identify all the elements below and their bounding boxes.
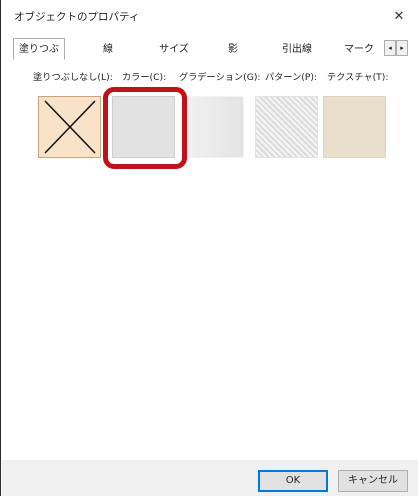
no-fill-label: 塗りつぶしなし(L): <box>33 72 113 83</box>
dialog-footer: OK キャンセル <box>2 460 418 496</box>
title-bar: オブジェクトのプロパティ ✕ <box>2 0 418 32</box>
color-swatch[interactable] <box>112 96 175 158</box>
tab-strip: 塗りつぶし 線 サイズ 影 引出線 マーク ◂ ▸ <box>13 38 409 76</box>
no-fill-swatch[interactable] <box>38 96 101 158</box>
dialog-title: オブジェクトのプロパティ <box>14 11 140 23</box>
close-icon[interactable]: ✕ <box>379 0 418 32</box>
tab-scroll-right-icon[interactable]: ▸ <box>396 40 408 56</box>
color-label: カラー(C): <box>122 72 167 83</box>
tab-fill[interactable]: 塗りつぶし <box>13 38 65 76</box>
cancel-button[interactable]: キャンセル <box>338 470 408 492</box>
texture-swatch[interactable] <box>323 96 386 158</box>
object-properties-dialog: オブジェクトのプロパティ ✕ 塗りつぶし 線 サイズ 影 引出線 マーク ◂ ▸… <box>0 0 418 496</box>
pattern-label: パターン(P): <box>265 72 318 83</box>
ok-button[interactable]: OK <box>258 470 328 492</box>
tab-shadow[interactable]: 影 <box>223 40 243 59</box>
tab-line[interactable]: 線 <box>97 40 119 59</box>
tab-size[interactable]: サイズ <box>154 40 194 59</box>
tab-mark[interactable]: マーク <box>341 40 377 59</box>
tab-callout[interactable]: 引出線 <box>275 40 319 59</box>
gradient-label: グラデーション(G): <box>179 72 261 83</box>
tab-scroll-left-icon[interactable]: ◂ <box>384 40 396 56</box>
gradient-swatch[interactable] <box>181 96 244 158</box>
fill-type-labels: 塗りつぶしなし(L): カラー(C): グラデーション(G): パターン(P):… <box>13 69 409 83</box>
pattern-swatch[interactable] <box>255 96 318 158</box>
x-cross-icon <box>44 100 96 154</box>
texture-label: テクスチャ(T): <box>327 72 389 83</box>
